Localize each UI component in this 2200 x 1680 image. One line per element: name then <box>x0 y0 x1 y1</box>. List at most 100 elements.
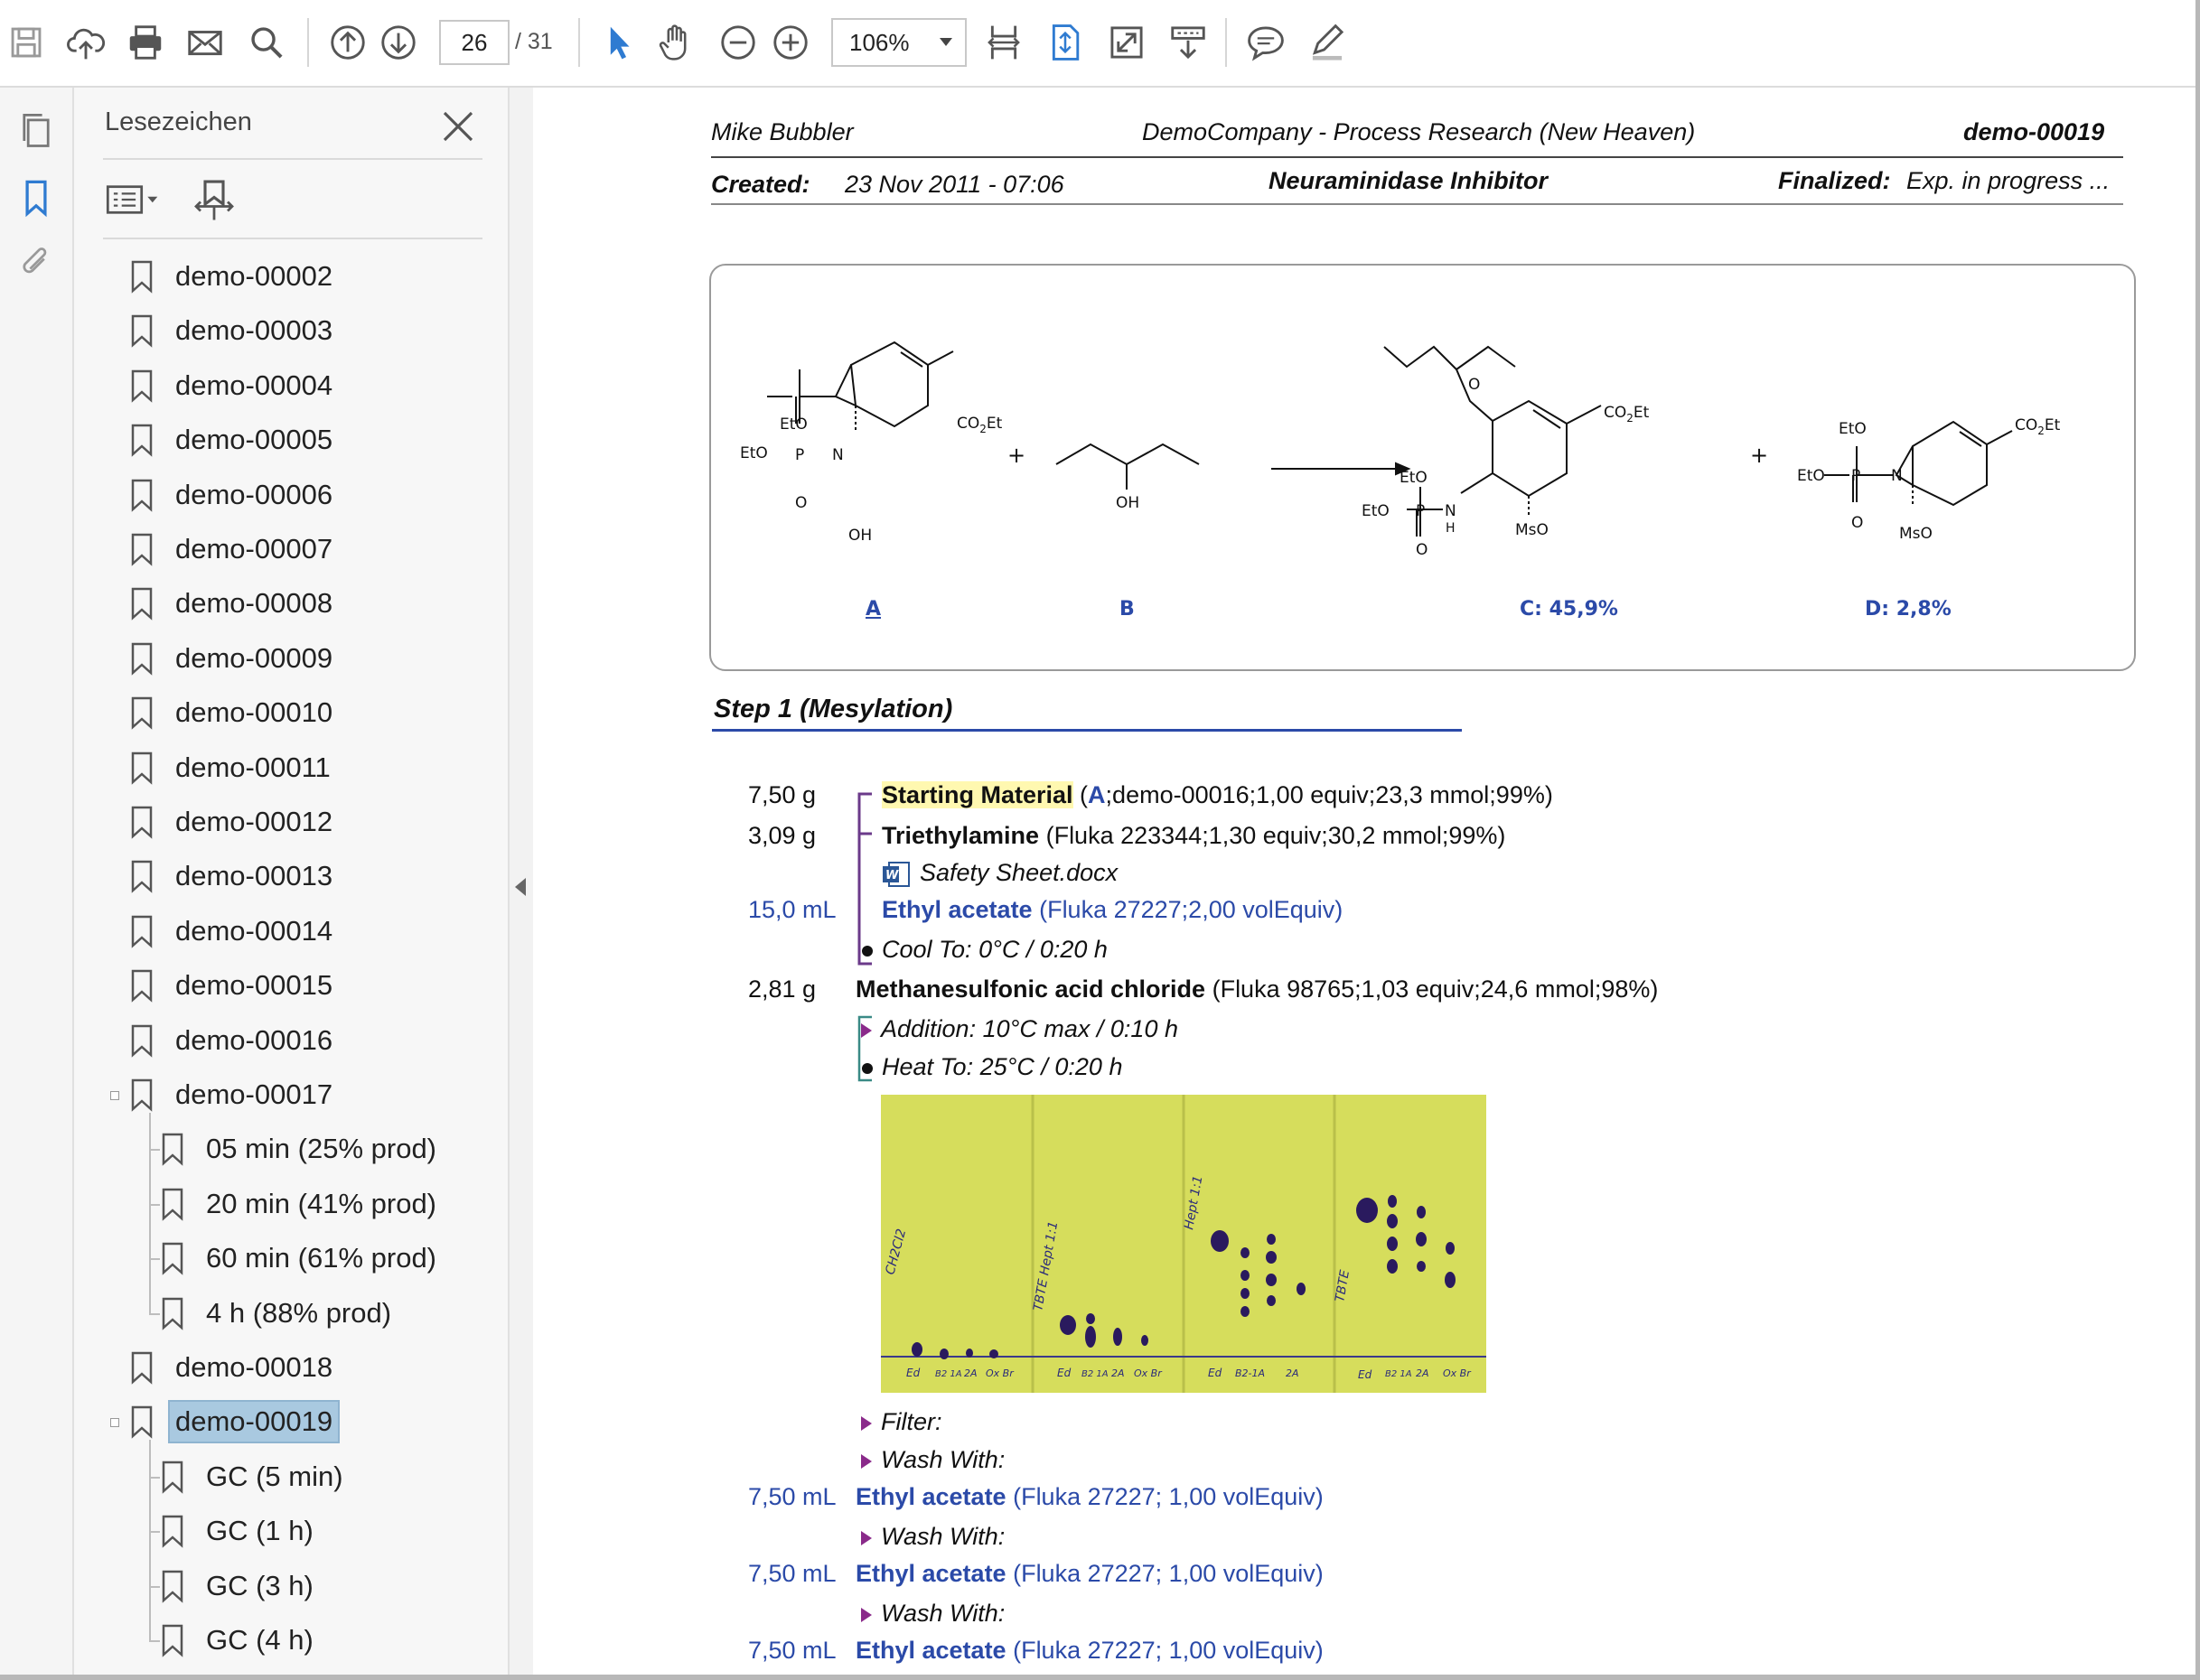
page-up-icon[interactable] <box>322 16 374 69</box>
bookmark-options-button[interactable] <box>105 173 164 226</box>
toolbar-separator <box>1225 18 1227 67</box>
bookmark-child-item[interactable]: GC (4 h) <box>159 1615 314 1666</box>
hand-tool-icon[interactable] <box>651 16 703 69</box>
wash-step-2[interactable]: Wash With: <box>861 1523 1005 1551</box>
expand-triangle-icon[interactable] <box>861 1453 872 1469</box>
cloud-upload-icon[interactable] <box>60 16 112 69</box>
ethyl-acetate-wash-1: Ethyl acetate (Fluka 27227; 1,00 volEqui… <box>856 1483 1324 1510</box>
svg-text:W: W <box>885 869 899 882</box>
zoom-value: 106% <box>849 28 910 56</box>
bookmark-item[interactable]: demo-00018 <box>128 1342 332 1393</box>
wash-step-3[interactable]: Wash With: <box>861 1600 1005 1628</box>
bookmark-child-item[interactable]: GC (5 min) <box>159 1451 343 1502</box>
page-thumbnails-icon[interactable] <box>13 107 60 154</box>
bookmark-item[interactable]: demo-00002 <box>128 251 332 302</box>
bookmark-item[interactable]: demo-00004 <box>128 360 332 411</box>
bookmark-item[interactable]: demo-00010 <box>128 687 332 738</box>
expand-triangle-icon[interactable] <box>861 1607 872 1622</box>
bookmark-icon <box>131 369 153 403</box>
bookmark-icon <box>131 1351 153 1385</box>
expand-triangle-icon[interactable] <box>861 1022 872 1038</box>
expand-triangle-icon[interactable] <box>861 1530 872 1545</box>
compound-d-label: D: 2,8% <box>1865 598 1952 621</box>
bookmark-item[interactable]: demo-00019 <box>128 1396 341 1447</box>
bookmark-icon <box>131 424 153 457</box>
triethylamine-line: Triethylamine (Fluka 223344;1,30 equiv;3… <box>882 822 1505 850</box>
wash-step-1[interactable]: Wash With: <box>861 1446 1005 1474</box>
svg-text:O: O <box>1468 376 1480 394</box>
bookmark-label: GC (5 min) <box>206 1460 343 1492</box>
bookmark-icon <box>162 1515 183 1548</box>
svg-text:EtO: EtO <box>780 415 808 434</box>
mail-icon[interactable] <box>179 16 231 69</box>
tree-connector <box>149 1312 160 1315</box>
bookmarks-icon[interactable] <box>13 174 60 221</box>
bookmark-child-item[interactable]: 60 min (61% prod) <box>159 1233 436 1283</box>
bookmark-item[interactable]: demo-00015 <box>128 960 332 1011</box>
bookmark-child-item[interactable]: 4 h (88% prod) <box>159 1288 391 1339</box>
bookmarks-panel: Lesezeichen demo-00002 demo-00003 demo-000… <box>74 88 567 1680</box>
bookmark-icon <box>162 1461 183 1494</box>
bookmark-item[interactable]: demo-00016 <box>128 1015 332 1066</box>
page-down-icon[interactable] <box>372 16 425 69</box>
zoom-in-icon[interactable] <box>764 16 817 69</box>
navigation-rail <box>0 88 74 1680</box>
project-title: Neuraminidase Inhibitor <box>1269 167 1549 194</box>
collapse-toggle[interactable] <box>110 1091 119 1100</box>
svg-text:O: O <box>1416 541 1428 559</box>
bookmark-item[interactable]: demo-00008 <box>128 578 332 629</box>
zoom-select[interactable]: 106% <box>831 18 967 67</box>
fit-width-icon[interactable] <box>978 16 1030 69</box>
window-edge <box>2195 0 2200 1680</box>
safety-sheet-link[interactable]: W Safety Sheet.docx <box>882 859 1118 888</box>
search-icon[interactable] <box>240 16 293 69</box>
collapse-toggle[interactable] <box>110 1418 119 1428</box>
select-cursor-icon[interactable] <box>593 16 645 69</box>
save-icon[interactable] <box>0 16 52 69</box>
zoom-out-icon[interactable] <box>712 16 764 69</box>
bookmark-item[interactable]: demo-00012 <box>128 797 332 847</box>
bookmark-item[interactable]: demo-00007 <box>128 524 332 574</box>
sm-ref-link[interactable]: A <box>1088 781 1106 808</box>
bookmark-label: 05 min (25% prod) <box>206 1133 437 1165</box>
comment-icon[interactable] <box>1240 16 1292 69</box>
bookmark-child-item[interactable]: GC (3 h) <box>159 1561 314 1611</box>
bookmark-item[interactable]: demo-00013 <box>128 851 332 901</box>
plus-sign: + <box>1007 443 1025 468</box>
page-number-input[interactable]: 26 <box>439 20 510 65</box>
fit-page-icon[interactable] <box>1039 16 1091 69</box>
print-icon[interactable] <box>119 16 172 69</box>
svg-text:P: P <box>1416 502 1425 520</box>
bookmark-item[interactable]: demo-00003 <box>128 305 332 356</box>
bookmark-item[interactable]: demo-00005 <box>128 415 332 465</box>
panel-splitter[interactable] <box>508 88 535 1680</box>
ea3-amount: 7,50 mL <box>748 1560 837 1587</box>
page-total: / 31 <box>515 29 553 54</box>
bookmark-item[interactable]: demo-00009 <box>128 633 332 684</box>
sm-name: Starting Material <box>882 781 1073 808</box>
bookmark-child-item[interactable]: 20 min (41% prod) <box>159 1179 436 1229</box>
addition-step[interactable]: Addition: 10°C max / 0:10 h <box>861 1015 1178 1043</box>
bookmark-item[interactable]: demo-00017 <box>128 1069 332 1120</box>
bookmark-icon <box>131 1406 153 1440</box>
bookmark-item[interactable]: demo-00014 <box>128 906 332 957</box>
collapse-panel-icon[interactable] <box>515 878 526 896</box>
attachments-icon[interactable] <box>13 239 60 286</box>
expand-triangle-icon[interactable] <box>861 1415 872 1431</box>
compound-a-label[interactable]: A <box>866 598 881 621</box>
bookmark-child-item[interactable]: 05 min (25% prod) <box>159 1124 436 1174</box>
fullscreen-icon[interactable] <box>1100 16 1153 69</box>
bookmark-item[interactable]: demo-00011 <box>128 742 331 793</box>
svg-text:2A: 2A <box>964 1367 978 1379</box>
bookmark-item[interactable]: demo-00006 <box>128 470 332 520</box>
step-underline <box>712 729 1462 732</box>
highlight-pen-icon[interactable] <box>1301 16 1353 69</box>
tree-connector <box>149 1640 160 1642</box>
filter-step[interactable]: Filter: <box>861 1408 942 1436</box>
bookmark-add-icon[interactable] <box>192 173 237 226</box>
bookmark-icon <box>131 1024 153 1058</box>
compound-a-atoms: EtO EtO P N O OH CO2Et <box>740 415 1003 545</box>
bookmark-child-item[interactable]: GC (1 h) <box>159 1506 314 1556</box>
close-icon[interactable] <box>435 104 481 149</box>
read-mode-icon[interactable] <box>1162 16 1214 69</box>
